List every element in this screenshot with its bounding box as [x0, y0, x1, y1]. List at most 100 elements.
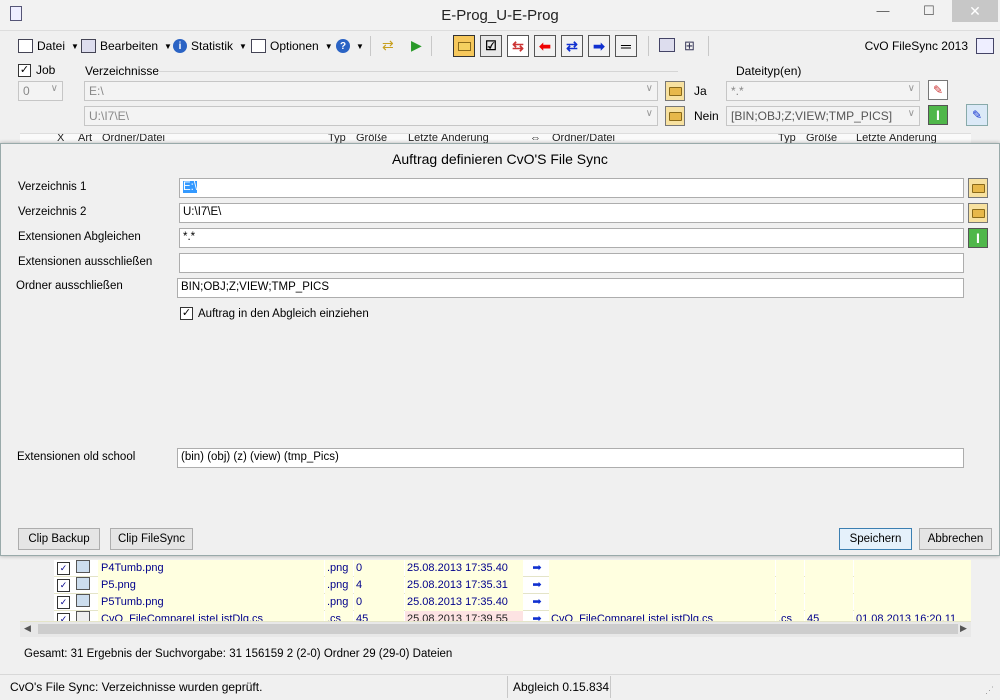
row-header[interactable] — [20, 594, 54, 611]
ext-old-input[interactable]: (bin) (obj) (z) (view) (tmp_Pics) — [177, 448, 964, 468]
row-checkbox[interactable]: ✓ — [57, 594, 71, 611]
cell-name[interactable]: CvO_FileCompareListeListDlg.cs — [98, 611, 324, 621]
cell-name2[interactable] — [549, 560, 775, 577]
row-checkbox[interactable]: ✓ — [57, 577, 71, 594]
verzeichnis1-browse-button[interactable] — [968, 178, 988, 198]
row-header[interactable] — [20, 560, 54, 577]
header-x[interactable]: X — [57, 134, 64, 143]
ext-filter-button[interactable]: I — [968, 228, 988, 248]
preview-icon[interactable] — [659, 38, 675, 52]
open-folder-button[interactable] — [453, 35, 475, 57]
caret-down-icon: ▼ — [71, 41, 79, 51]
table-row[interactable]: ✓ CvO_FileCompareListeListDlg.cs .cs 45 … — [20, 611, 971, 622]
equal-button[interactable]: ═ — [615, 35, 637, 57]
header-art[interactable]: Art — [78, 134, 92, 143]
copy-both-button[interactable]: ⇄ — [561, 35, 583, 57]
cell-name2[interactable] — [549, 577, 775, 594]
ja-combo[interactable]: *.* ∨ — [726, 81, 920, 101]
header-groesse1[interactable]: Größe — [356, 134, 387, 143]
row-header[interactable] — [20, 611, 54, 621]
scroll-left-icon[interactable]: ◀ — [24, 623, 31, 634]
resize-grip-icon[interactable]: ⋰ — [985, 685, 994, 696]
menu-statistik[interactable]: i Statistik ▼ — [173, 37, 247, 55]
options-icon — [251, 39, 266, 53]
scroll-thumb[interactable] — [38, 624, 958, 634]
play-icon[interactable]: ▶ — [411, 37, 422, 54]
arrow-right-icon[interactable]: ➡ — [527, 594, 547, 611]
arrow-right-icon: ➡ — [593, 37, 605, 54]
check-button[interactable]: ☑ — [480, 35, 502, 57]
dir1-combo[interactable]: E:\ ∨ — [84, 81, 658, 101]
job-checkbox[interactable]: ✓ Job — [18, 63, 55, 77]
clip-backup-button[interactable]: Clip Backup — [18, 528, 100, 550]
caret-down-icon: ▼ — [356, 41, 364, 51]
separator — [370, 36, 371, 56]
header-ordner2[interactable]: Ordner/Datei — [552, 134, 615, 143]
header-typ2[interactable]: Typ — [778, 134, 796, 143]
vertical-scrollbar[interactable] — [971, 560, 988, 622]
header-ordner1[interactable]: Ordner/Datei — [102, 134, 165, 143]
swap-button[interactable]: ⇆ — [507, 35, 529, 57]
maximize-button[interactable]: ☐ — [906, 0, 952, 22]
header-aenderung1[interactable]: Letzte Änderung — [408, 134, 489, 143]
auftrag-checkbox[interactable]: ✓ Auftrag in den Abgleich einziehen — [180, 307, 369, 320]
job-select[interactable]: 0 ∨ — [18, 81, 63, 101]
cell-date: 25.08.2013 17:35.31 — [405, 577, 523, 594]
menu-datei[interactable]: Datei ▼ — [18, 37, 79, 55]
keyboard-icon[interactable] — [976, 38, 994, 54]
folder-icon — [971, 208, 985, 218]
row-checkbox[interactable]: ✓ — [57, 611, 71, 621]
copy-left-button[interactable]: ⬅ — [534, 35, 556, 57]
verzeichnis2-browse-button[interactable] — [968, 203, 988, 223]
cell-size: 0 — [354, 560, 404, 577]
header-groesse2[interactable]: Größe — [806, 134, 837, 143]
ext-ausschl-input[interactable] — [179, 253, 964, 273]
table-row[interactable]: ✓ P5Tumb.png .png 0 25.08.2013 17:35.40 … — [20, 594, 971, 611]
row-checkbox[interactable]: ✓ — [57, 560, 71, 577]
pin-button[interactable]: ✎ — [966, 104, 988, 126]
header-aenderung2[interactable]: Letzte Änderung — [856, 134, 937, 143]
horizontal-scrollbar[interactable]: ◀ ▶ — [20, 622, 971, 637]
tree-icon[interactable]: ⊞ — [684, 38, 695, 54]
dir2-combo[interactable]: U:\I7\E\ ∨ — [84, 106, 658, 126]
sync-icon[interactable]: ⇄ — [382, 37, 402, 55]
list-icon — [18, 39, 33, 53]
folder-icon — [971, 183, 985, 193]
cell-size: 45 — [354, 611, 404, 621]
table-row[interactable]: ✓ P4Tumb.png .png 0 25.08.2013 17:35.40 … — [20, 560, 971, 577]
table-row[interactable]: ✓ P5.png .png 4 25.08.2013 17:35.31 ➡ — [20, 577, 971, 594]
cancel-button[interactable]: Abbrechen — [919, 528, 992, 550]
menu-help[interactable]: ? ▼ — [336, 37, 364, 55]
arrow-right-icon[interactable]: ➡ — [527, 560, 547, 577]
close-button[interactable]: ✕ — [952, 0, 998, 22]
header-typ1[interactable]: Typ — [328, 134, 346, 143]
scroll-right-icon[interactable]: ▶ — [960, 623, 967, 634]
ja-value: *.* — [731, 84, 744, 98]
cell-name[interactable]: P5Tumb.png — [98, 594, 324, 611]
dir2-browse-button[interactable] — [665, 106, 685, 126]
dir1-browse-button[interactable] — [665, 81, 685, 101]
cell-name[interactable]: P4Tumb.png — [98, 560, 324, 577]
arrow-right-icon[interactable]: ➡ — [527, 611, 547, 621]
copy-right-button[interactable]: ➡ — [588, 35, 610, 57]
menu-optionen[interactable]: Optionen ▼ — [251, 37, 333, 55]
header-direction[interactable]: ⇔ — [530, 134, 541, 143]
cell-typ: .png — [325, 577, 353, 594]
cell-name[interactable]: P5.png — [98, 577, 324, 594]
minimize-button[interactable]: — — [860, 0, 906, 22]
ext-abgleich-input[interactable]: *.* — [179, 228, 964, 248]
ordner-ausschl-input[interactable]: BIN;OBJ;Z;VIEW;TMP_PICS — [177, 278, 964, 298]
cell-name2[interactable] — [549, 594, 775, 611]
save-button[interactable]: Speichern — [839, 528, 912, 550]
cell-name2[interactable]: CvO_FileCompareListeListDlg.cs — [549, 611, 775, 621]
row-header[interactable] — [20, 577, 54, 594]
edit-types-button[interactable]: ✎ — [928, 80, 948, 100]
verzeichnis1-input[interactable]: E:\ — [179, 178, 964, 198]
clip-filesync-button[interactable]: Clip FileSync — [110, 528, 193, 550]
types-filter-button[interactable]: I — [928, 105, 948, 125]
arrow-right-icon[interactable]: ➡ — [527, 577, 547, 594]
dir2-value: U:\I7\E\ — [89, 109, 130, 123]
menu-bearbeiten[interactable]: Bearbeiten ▼ — [81, 37, 172, 55]
verzeichnis2-input[interactable]: U:\I7\E\ — [179, 203, 964, 223]
nein-combo[interactable]: [BIN;OBJ;Z;VIEW;TMP_PICS] ∨ — [726, 106, 920, 126]
